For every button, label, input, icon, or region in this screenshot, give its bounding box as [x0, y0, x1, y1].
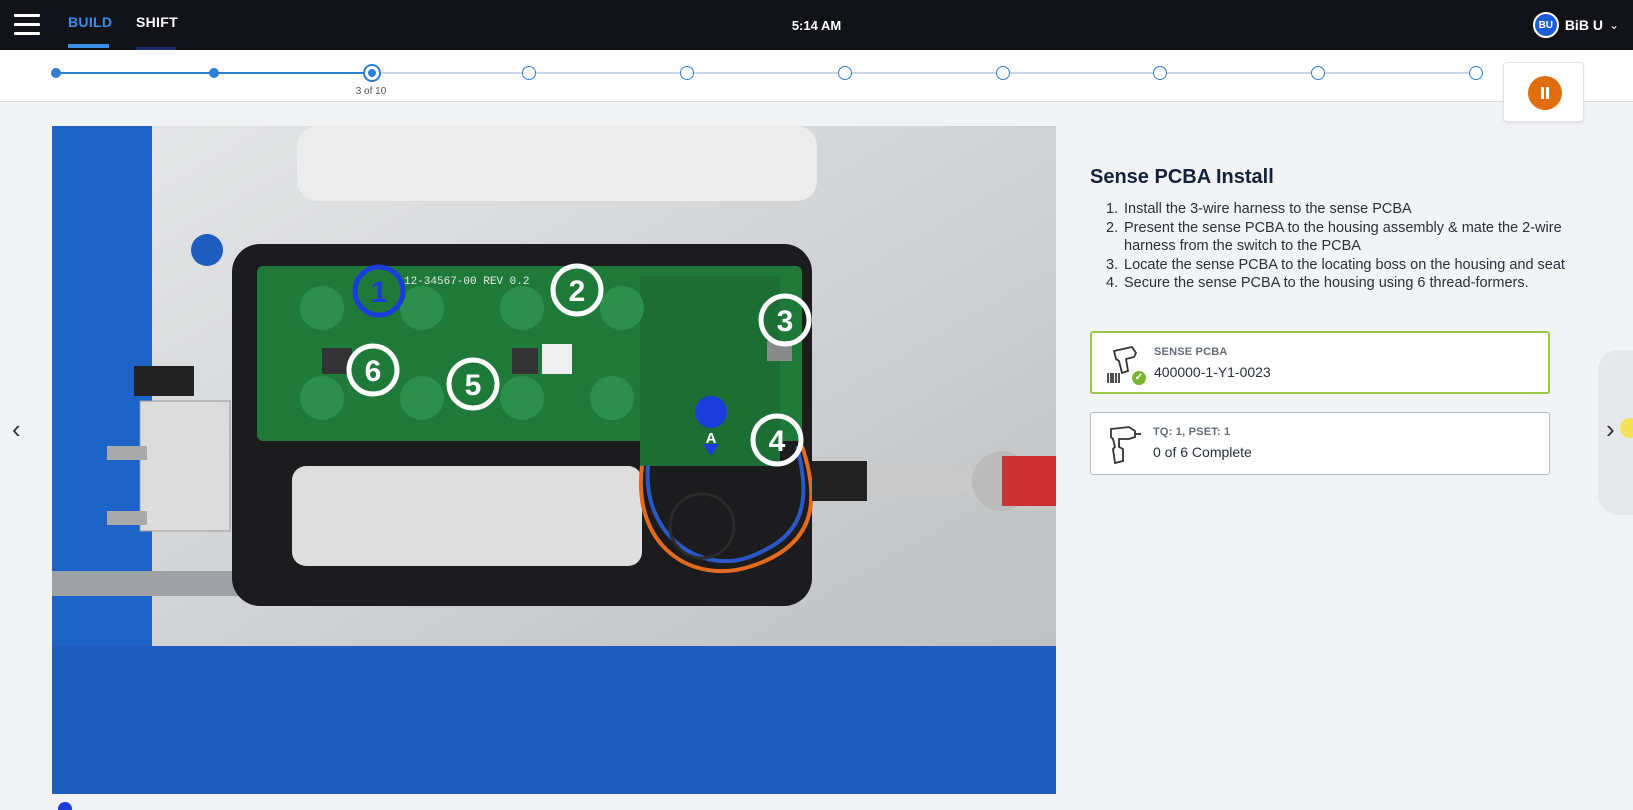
callout-1: 1	[371, 276, 388, 309]
instruction-list: 1. Install the 3-wire harness to the sens…	[1106, 200, 1586, 293]
scan-value: 400000-1-Y1-0023	[1154, 364, 1271, 380]
step-dot-4[interactable]	[522, 66, 537, 80]
top-bar: BUILD SHIFT 5:14 AM BU BiB U ⌄	[0, 0, 1633, 50]
scan-label: SENSE PCBA	[1154, 346, 1228, 358]
check-icon: ✓	[1130, 369, 1148, 387]
next-step-arrow[interactable]: ›	[1606, 414, 1615, 445]
location-marker: A	[706, 430, 717, 447]
work-instruction-image: 12-34567-00 REV 0.2 1 2 3 4 5 6 A	[52, 126, 1056, 794]
step-dot-3[interactable]	[362, 64, 381, 82]
assembly-photo: 12-34567-00 REV 0.2 1 2 3 4 5 6 A	[52, 126, 1056, 794]
step-dot-2[interactable]	[208, 68, 219, 78]
step-dot-8[interactable]	[1153, 66, 1168, 80]
step-dot-9[interactable]	[1311, 66, 1326, 80]
user-name: BiB U	[1564, 17, 1603, 33]
instruction-item: 1. Install the 3-wire harness to the sens…	[1106, 201, 1412, 217]
step-dot-5[interactable]	[680, 66, 695, 80]
active-tab-indicator	[68, 44, 109, 48]
pcb-part-label: 12-34567-00 REV 0.2	[404, 276, 529, 288]
avatar: BU	[1532, 12, 1559, 38]
clock: 5:14 AM	[791, 18, 842, 33]
pause-panel	[1503, 62, 1584, 122]
chevron-down-icon: ⌄	[1608, 18, 1619, 32]
torque-card[interactable]: TQ: 1, PSET: 1 0 of 6 Complete	[1090, 412, 1550, 475]
pause-button[interactable]	[1528, 76, 1562, 110]
pointer-indicator	[1620, 418, 1633, 438]
torque-label: TQ: 1, PSET: 1	[1153, 426, 1231, 438]
step-dot-1[interactable]	[51, 68, 61, 78]
instruction-item: 2. Present the sense PCBA to the housing …	[1106, 219, 1562, 255]
callout-3: 3	[777, 305, 794, 338]
callout-4: 4	[769, 425, 786, 458]
step-title: Sense PCBA Install	[1090, 166, 1274, 188]
instruction-item: 3. Locate the sense PCBA to the locating …	[1106, 256, 1565, 273]
active-callout-dot	[58, 802, 72, 810]
user-menu[interactable]: BU BiB U ⌄	[1532, 12, 1619, 38]
callout-2: 2	[569, 275, 586, 308]
callout-6: 6	[365, 355, 382, 388]
step-dot-7[interactable]	[995, 66, 1010, 80]
instruction-item: 4. Secure the sense PCBA to the housing u…	[1106, 275, 1529, 291]
step-progress: 3 of 10	[0, 50, 1633, 102]
torque-driver-icon	[1110, 426, 1141, 465]
step-dot-6[interactable]	[837, 66, 852, 80]
step-dot-10[interactable]	[1469, 66, 1483, 80]
previous-step-arrow[interactable]: ‹	[12, 414, 21, 445]
scan-card[interactable]: ✓ SENSE PCBA 400000-1-Y1-0023	[1090, 331, 1550, 394]
callout-5: 5	[465, 369, 482, 402]
step-counter: 3 of 10	[355, 86, 387, 97]
torque-value: 0 of 6 Complete	[1153, 444, 1252, 460]
